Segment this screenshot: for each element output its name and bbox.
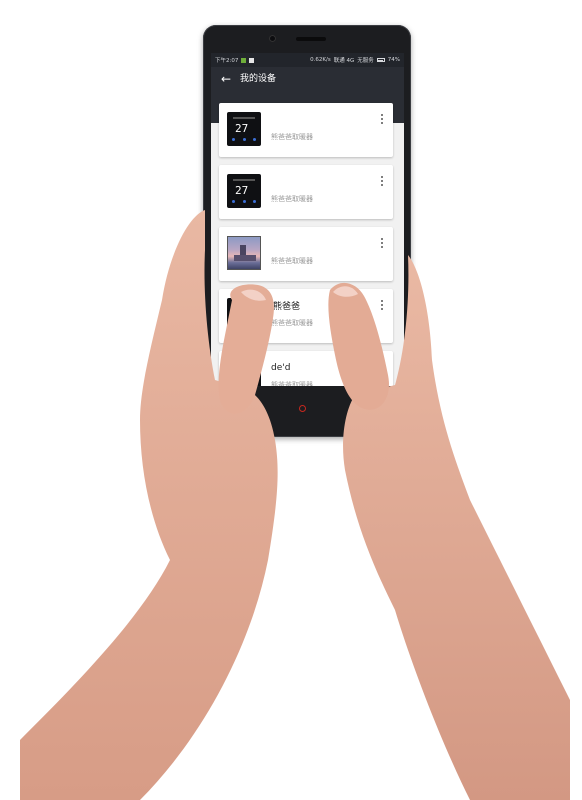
hands-illustration: [20, 210, 570, 800]
right-thumb: [328, 282, 389, 410]
left-thumb: [218, 284, 274, 414]
scene: 下午2:07 0.62K/s 联通 4G 无服务 74% ← 我的设备 27 熊…: [0, 0, 582, 800]
